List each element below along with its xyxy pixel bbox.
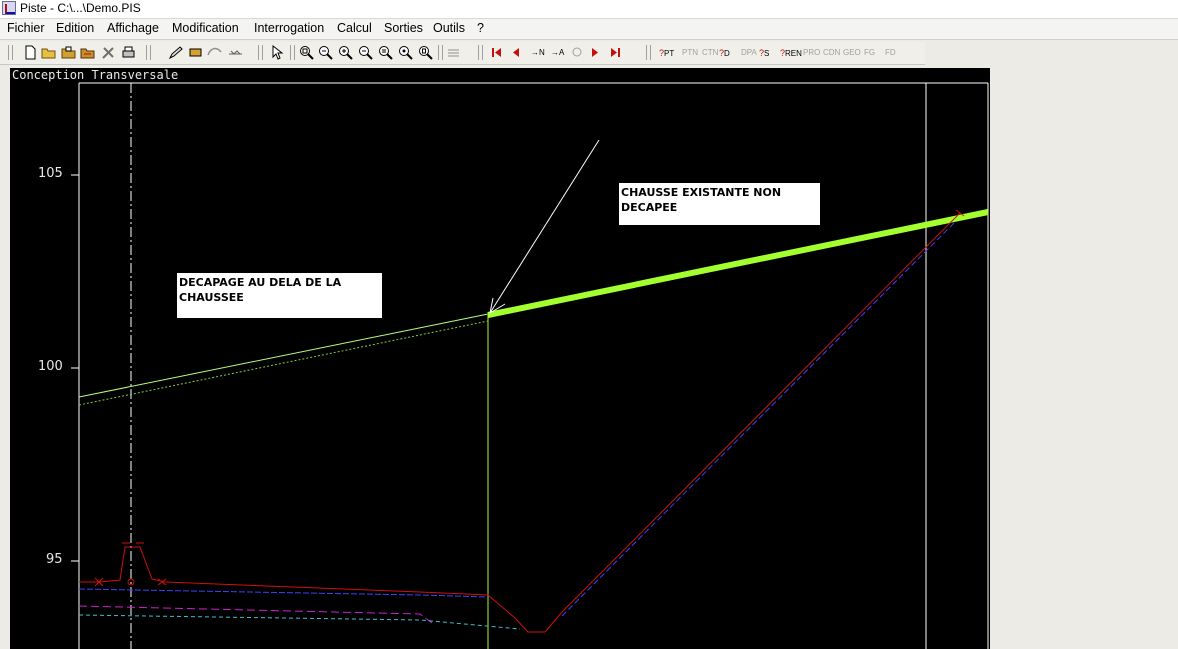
cross-section-drawing[interactable] (0, 0, 1178, 649)
y-tick-label: 105 (38, 166, 63, 181)
magenta-layer-line (78, 605, 433, 624)
terrain-stripped-line (78, 313, 489, 398)
project-red-marks (94, 209, 965, 587)
blue-slope-line (561, 221, 956, 617)
leader-arrow (489, 139, 600, 314)
cyan-layer-line (78, 614, 521, 630)
annotation-chaussee[interactable]: CHAUSSE EXISTANTE NON DECAPEE (619, 183, 820, 225)
annotation-decapage[interactable]: DECAPAGE AU DELA DE LA CHAUSSEE (177, 273, 382, 318)
blue-layer-line (78, 588, 489, 598)
drawing-frame (78, 82, 989, 649)
y-tick-label: 95 (46, 552, 63, 567)
y-tick-label: 100 (38, 359, 63, 374)
terrain-stripped-dashed (78, 320, 489, 406)
